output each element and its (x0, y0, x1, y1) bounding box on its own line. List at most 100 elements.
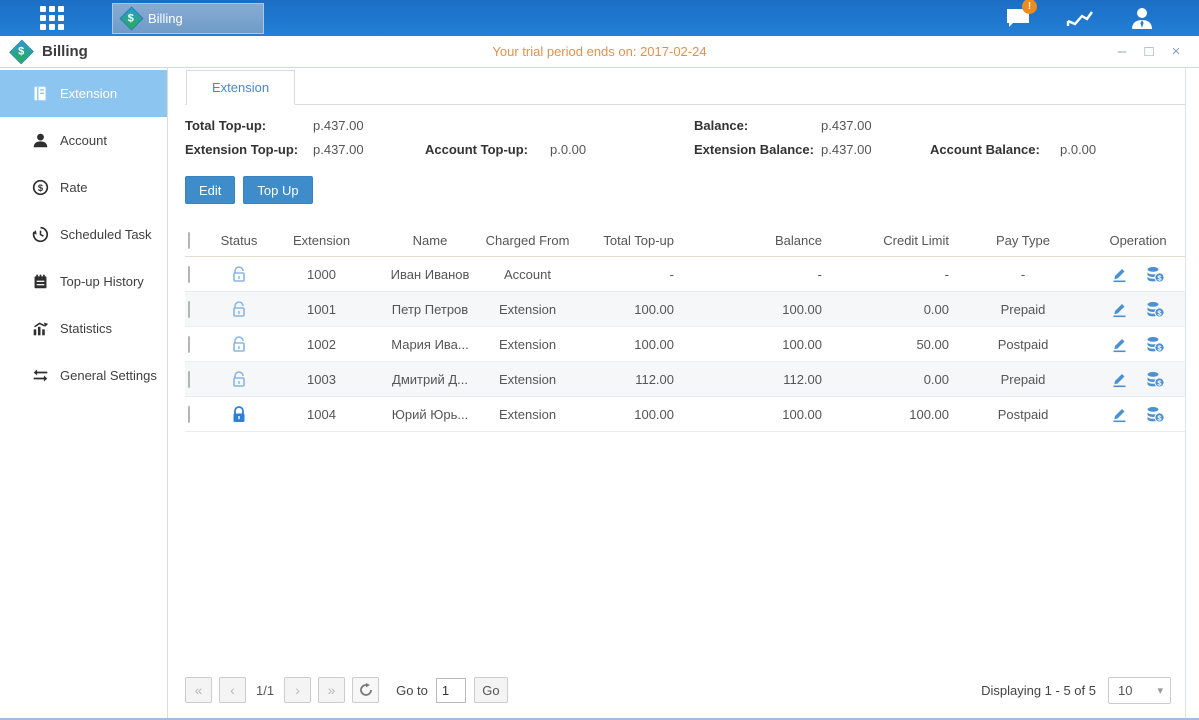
cell-name: Дмитрий Д... (380, 372, 480, 387)
user-account-icon[interactable] (1125, 5, 1159, 31)
sidebar-item-label: Scheduled Task (60, 227, 152, 242)
row-checkbox[interactable] (188, 371, 190, 388)
last-page-button[interactable]: » (318, 677, 345, 703)
balance-value: p.437.00 (821, 118, 930, 133)
table-row[interactable]: 1002 Мария Ива... Extension 100.00 100.0… (185, 327, 1185, 362)
sidebar-item-label: Extension (60, 86, 117, 101)
app-window: $ Billing ! (0, 0, 1199, 720)
messages-icon[interactable]: ! (1001, 5, 1035, 31)
row-checkbox[interactable] (188, 301, 190, 318)
sidebar-item-general-settings[interactable]: General Settings (0, 352, 167, 399)
close-icon[interactable]: × (1167, 43, 1185, 60)
cell-pay-type: Postpaid (955, 407, 1091, 422)
cell-credit-limit: 0.00 (828, 372, 955, 387)
total-topup-value: p.437.00 (313, 118, 425, 133)
total-topup-label: Total Top-up: (185, 118, 313, 133)
topup-coins-icon[interactable]: $ (1146, 371, 1165, 388)
rate-dollar-icon: $ (32, 179, 49, 196)
select-all-checkbox[interactable] (188, 232, 190, 249)
sidebar-item-statistics[interactable]: Statistics (0, 305, 167, 352)
notification-badge: ! (1022, 0, 1037, 14)
row-checkbox[interactable] (188, 266, 190, 283)
minimize-icon[interactable]: – (1113, 43, 1131, 60)
cell-total-topup: 100.00 (575, 337, 680, 352)
sidebar-item-account[interactable]: Account (0, 117, 167, 164)
goto-label: Go to (396, 683, 428, 698)
account-balance-label: Account Balance: (930, 142, 1060, 157)
main-panel: Extension Total Top-up: p.437.00 Balance… (168, 68, 1199, 718)
refresh-icon[interactable] (352, 677, 379, 703)
col-status: Status (215, 233, 263, 248)
cell-name: Юрий Юрь... (380, 407, 480, 422)
col-charged-from: Charged From (480, 233, 575, 248)
cell-charged-from: Extension (480, 302, 575, 317)
cell-name: Мария Ива... (380, 337, 480, 352)
cell-extension: 1003 (263, 372, 380, 387)
cell-total-topup: 100.00 (575, 302, 680, 317)
edit-pencil-icon[interactable] (1111, 336, 1128, 353)
edit-button[interactable]: Edit (185, 176, 235, 204)
edit-pencil-icon[interactable] (1111, 371, 1128, 388)
status-unlocked-icon (215, 371, 263, 388)
tab-strip: Extension (185, 70, 1185, 105)
cell-pay-type: - (955, 267, 1091, 282)
col-credit-limit: Credit Limit (828, 233, 955, 248)
statistics-chart-icon (32, 320, 49, 337)
topup-coins-icon[interactable]: $ (1146, 406, 1165, 423)
status-unlocked-icon (215, 266, 263, 283)
maximize-icon[interactable]: □ (1140, 43, 1158, 60)
edit-pencil-icon[interactable] (1111, 406, 1128, 423)
cell-balance: 100.00 (680, 337, 828, 352)
cell-charged-from: Extension (480, 407, 575, 422)
cell-balance: 100.00 (680, 407, 828, 422)
col-pay-type: Pay Type (955, 233, 1091, 248)
go-button[interactable]: Go (474, 677, 508, 703)
balance-label: Balance: (694, 118, 821, 133)
cell-credit-limit: - (828, 267, 955, 282)
page-size-select[interactable]: 10 ▾ (1108, 677, 1171, 704)
table-row[interactable]: 1001 Петр Петров Extension 100.00 100.00… (185, 292, 1185, 327)
taskbar-tab-label: Billing (148, 11, 183, 26)
window-titlebar: $ Billing Your trial period ends on: 201… (0, 36, 1199, 68)
topup-coins-icon[interactable]: $ (1146, 266, 1165, 283)
displaying-info: Displaying 1 - 5 of 5 (981, 683, 1096, 698)
account-topup-value: p.0.00 (550, 142, 694, 157)
sidebar-item-extension[interactable]: Extension (0, 70, 167, 117)
topup-coins-icon[interactable]: $ (1146, 301, 1165, 318)
extension-balance-label: Extension Balance: (694, 142, 821, 157)
cell-balance: 112.00 (680, 372, 828, 387)
cell-name: Петр Петров (380, 302, 480, 317)
topup-button[interactable]: Top Up (243, 176, 312, 204)
trial-notice: Your trial period ends on: 2017-02-24 (0, 44, 1199, 59)
status-unlocked-icon (215, 336, 263, 353)
table-row[interactable]: 1000 Иван Иванов Account - - - - $ (185, 257, 1185, 292)
tab-extension[interactable]: Extension (186, 70, 295, 105)
cell-credit-limit: 100.00 (828, 407, 955, 422)
cell-balance: - (680, 267, 828, 282)
balance-summary: Total Top-up: p.437.00 Balance: p.437.00… (185, 118, 1185, 157)
topup-coins-icon[interactable]: $ (1146, 336, 1165, 353)
table-row[interactable]: 1004 Юрий Юрь... Extension 100.00 100.00… (185, 397, 1185, 432)
edit-pencil-icon[interactable] (1111, 301, 1128, 318)
sidebar-item-rate[interactable]: $ Rate (0, 164, 167, 211)
row-checkbox[interactable] (188, 336, 190, 353)
billing-app-icon: $ (119, 6, 143, 30)
prev-page-button[interactable]: ‹ (219, 677, 246, 703)
sidebar-item-scheduled-task[interactable]: Scheduled Task (0, 211, 167, 258)
chevron-down-icon: ▾ (1157, 684, 1170, 697)
cell-total-topup: 112.00 (575, 372, 680, 387)
cell-pay-type: Prepaid (955, 372, 1091, 387)
col-balance: Balance (680, 233, 828, 248)
row-checkbox[interactable] (188, 406, 190, 423)
sidebar-item-topup-history[interactable]: Top-up History (0, 258, 167, 305)
taskbar-billing-tab[interactable]: $ Billing (112, 3, 264, 34)
cell-balance: 100.00 (680, 302, 828, 317)
billing-window-icon: $ (9, 39, 34, 64)
first-page-button[interactable]: « (185, 677, 212, 703)
goto-page-input[interactable] (436, 678, 466, 703)
edit-pencil-icon[interactable] (1111, 266, 1128, 283)
app-grid-icon[interactable] (37, 3, 67, 33)
next-page-button[interactable]: › (284, 677, 311, 703)
resource-monitor-icon[interactable] (1063, 5, 1097, 31)
table-row[interactable]: 1003 Дмитрий Д... Extension 112.00 112.0… (185, 362, 1185, 397)
